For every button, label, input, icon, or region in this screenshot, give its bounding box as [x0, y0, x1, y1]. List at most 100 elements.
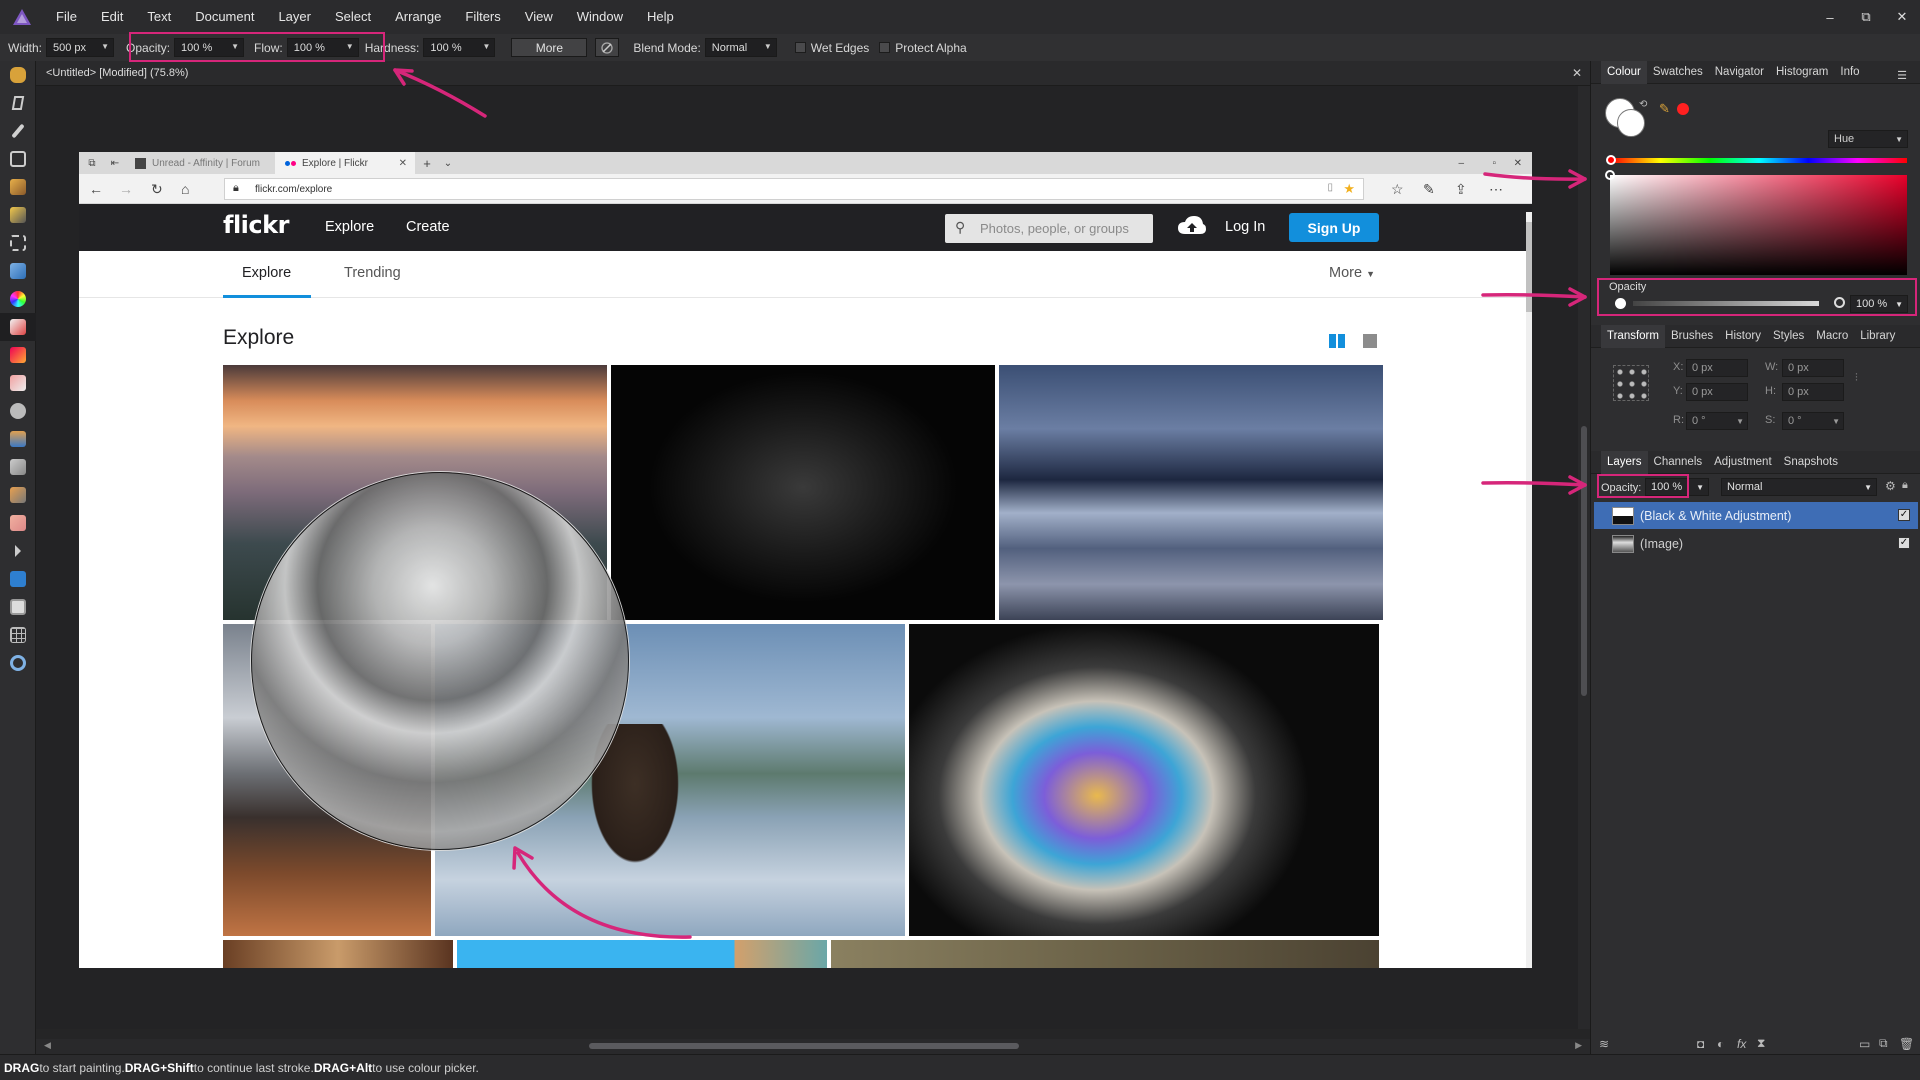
menu-select[interactable]: Select — [323, 0, 383, 34]
panel-menu-icon[interactable]: ☰ — [1891, 65, 1913, 88]
menu-help[interactable]: Help — [635, 0, 686, 34]
tab-styles[interactable]: Styles — [1767, 325, 1810, 348]
flow-field[interactable]: 100 % ▼ — [286, 38, 359, 57]
tab-histogram[interactable]: Histogram — [1770, 61, 1834, 84]
hue-slider-handle[interactable] — [1606, 155, 1616, 165]
scrollbar-thumb[interactable] — [589, 1043, 1019, 1049]
tab-brushes[interactable]: Brushes — [1665, 325, 1719, 348]
live-filter-icon[interactable]: ⧗ — [1757, 1036, 1765, 1051]
saturation-picker-handle[interactable] — [1605, 170, 1615, 180]
more-button[interactable]: More — [511, 38, 588, 57]
gear-icon[interactable]: ⚙ — [1885, 479, 1896, 493]
wet-edges-checkbox[interactable] — [794, 42, 806, 53]
flood-fill-tool[interactable] — [0, 257, 36, 285]
blend-mode-select[interactable]: Normal ▼ — [704, 38, 777, 57]
opacity-field[interactable]: 100 % ▼ — [174, 38, 245, 57]
tab-channels[interactable]: Channels — [1648, 451, 1709, 474]
restore-button[interactable]: ⧉ — [1848, 9, 1884, 25]
fx-icon[interactable]: fx — [1737, 1037, 1746, 1051]
menu-window[interactable]: Window — [565, 0, 635, 34]
tab-info[interactable]: Info — [1834, 61, 1865, 84]
menu-filters[interactable]: Filters — [453, 0, 512, 34]
menu-file[interactable]: File — [44, 0, 89, 34]
add-mask-icon[interactable]: ◘ — [1697, 1037, 1704, 1051]
marquee-tool[interactable] — [0, 229, 36, 257]
tab-swatches[interactable]: Swatches — [1647, 61, 1709, 84]
layers-stack-icon[interactable]: ≋ — [1599, 1037, 1609, 1051]
secondary-colour-swatch[interactable] — [1617, 109, 1645, 137]
layer-visibility-checkbox[interactable]: ✓ — [1898, 509, 1910, 521]
tab-adjustment[interactable]: Adjustment — [1708, 451, 1778, 474]
close-document-icon[interactable]: ✕ — [1572, 66, 1582, 80]
lock-aspect-icon[interactable]: ⫶ — [1855, 372, 1858, 385]
menu-document[interactable]: Document — [183, 0, 266, 34]
swap-colours-icon[interactable]: ⟲ — [1639, 99, 1647, 110]
h-field[interactable]: 0 px — [1782, 383, 1844, 401]
menu-view[interactable]: View — [513, 0, 565, 34]
colour-model-select[interactable]: Hue ▼ — [1828, 130, 1908, 148]
menu-arrange[interactable]: Arrange — [383, 0, 453, 34]
rectangle-tool[interactable] — [0, 565, 36, 593]
menu-edit[interactable]: Edit — [89, 0, 135, 34]
layer-row-image[interactable]: (Image) ✓ — [1594, 530, 1918, 557]
red-eye-tool[interactable] — [0, 537, 36, 565]
trash-icon[interactable]: 🗑︎ — [1899, 1037, 1914, 1051]
undo-brush-tool[interactable] — [0, 453, 36, 481]
adjustment-icon[interactable]: ◐ — [1717, 1037, 1724, 1051]
add-group-icon[interactable]: ▭ — [1859, 1037, 1870, 1051]
x-field[interactable]: 0 px — [1686, 359, 1748, 377]
zoom-tool[interactable] — [0, 649, 36, 677]
lock-icon[interactable]: 🔒︎ — [1902, 479, 1908, 492]
hardness-field[interactable]: 100 % ▼ — [423, 38, 496, 57]
layer-visibility-checkbox[interactable]: ✓ — [1898, 537, 1910, 549]
add-pixel-layer-icon[interactable]: ⧉ — [1879, 1036, 1888, 1051]
menu-layer[interactable]: Layer — [266, 0, 323, 34]
layer-opacity-field[interactable]: 100 % ▼ — [1645, 478, 1709, 496]
flood-select-tool[interactable] — [0, 201, 36, 229]
selection-brush-tool[interactable] — [0, 173, 36, 201]
crop-tool[interactable] — [0, 145, 36, 173]
saturation-value-picker[interactable] — [1610, 175, 1907, 275]
document-tab[interactable]: <Untitled> [Modified] (75.8%) ✕ — [36, 61, 1590, 86]
scroll-right-icon[interactable]: ▶ — [1575, 1040, 1582, 1051]
tab-history[interactable]: History — [1719, 325, 1767, 348]
tab-library[interactable]: Library — [1854, 325, 1901, 348]
menu-text[interactable]: Text — [135, 0, 183, 34]
colour-opacity-slider[interactable] — [1633, 301, 1819, 306]
y-field[interactable]: 0 px — [1686, 383, 1748, 401]
artistic-text-tool[interactable] — [0, 593, 36, 621]
gradient-tool[interactable] — [0, 285, 36, 313]
hue-slider[interactable] — [1611, 158, 1907, 163]
vertical-scrollbar[interactable] — [1578, 86, 1590, 1029]
colour-opacity-handle[interactable] — [1834, 297, 1845, 308]
close-button[interactable]: ✕ — [1884, 9, 1920, 25]
scrollbar-thumb[interactable] — [1581, 426, 1587, 696]
healing-brush-tool[interactable] — [0, 509, 36, 537]
dodge-brush-tool[interactable] — [0, 397, 36, 425]
tab-transform[interactable]: Transform — [1601, 324, 1665, 348]
horizontal-scrollbar[interactable]: ◀ ▶ — [36, 1039, 1590, 1054]
eyedropper-icon[interactable]: ✎ — [1659, 101, 1670, 117]
paint-brush-tool[interactable] — [0, 313, 36, 341]
tab-macro[interactable]: Macro — [1810, 325, 1854, 348]
w-field[interactable]: 0 px — [1782, 359, 1844, 377]
brush-options-button[interactable] — [595, 38, 620, 57]
color-replacement-tool[interactable] — [0, 341, 36, 369]
tab-navigator[interactable]: Navigator — [1709, 61, 1770, 84]
s-field[interactable]: 0 ° ▼ — [1782, 412, 1844, 430]
layer-row-bw-adjustment[interactable]: (Black & White Adjustment) ✓ — [1594, 502, 1918, 529]
tab-layers[interactable]: Layers — [1601, 450, 1648, 474]
scroll-left-icon[interactable]: ◀ — [44, 1040, 51, 1051]
color-picker-tool[interactable] — [0, 117, 36, 145]
tab-snapshots[interactable]: Snapshots — [1778, 451, 1844, 474]
accent-colour-dot[interactable] — [1677, 103, 1689, 115]
anchor-point-selector[interactable] — [1613, 365, 1649, 401]
width-field[interactable]: 500 px ▼ — [46, 38, 115, 57]
view-tool[interactable] — [0, 61, 36, 89]
r-field[interactable]: 0 ° ▼ — [1686, 412, 1748, 430]
colour-opacity-field[interactable]: 100 % ▼ — [1850, 295, 1908, 313]
tab-colour[interactable]: Colour — [1601, 60, 1647, 84]
move-tool[interactable] — [0, 89, 36, 117]
erase-brush-tool[interactable] — [0, 369, 36, 397]
clone-brush-tool[interactable] — [0, 425, 36, 453]
